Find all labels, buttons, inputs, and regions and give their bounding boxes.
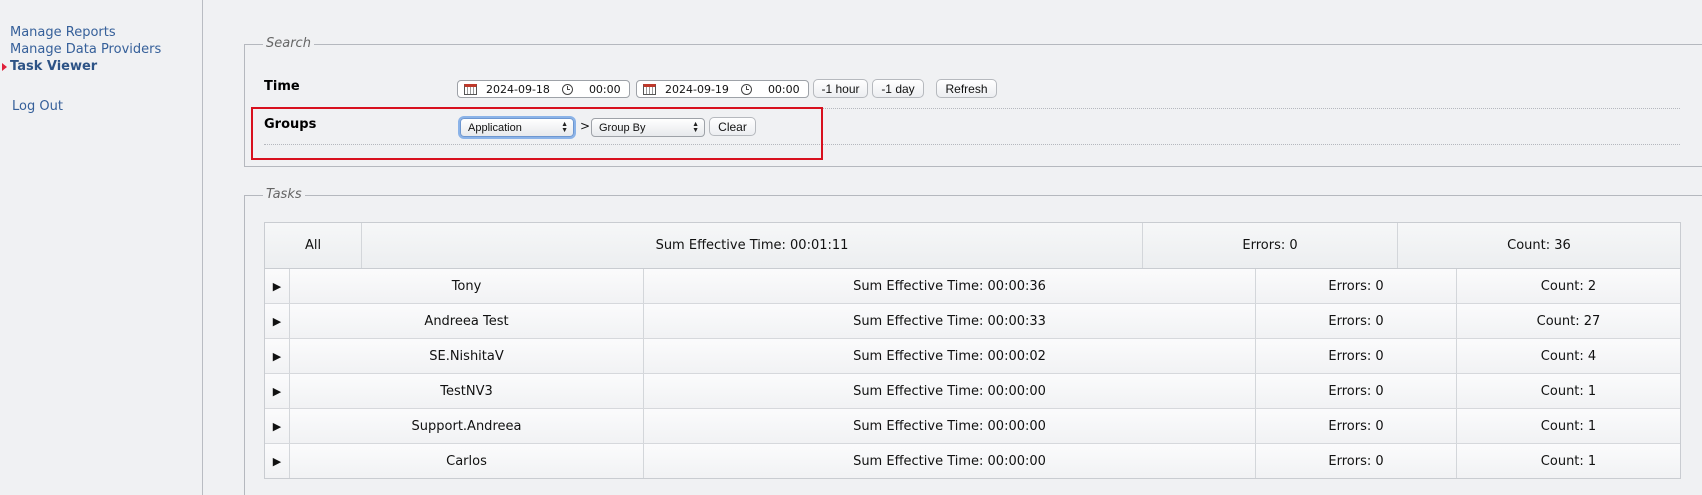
from-time-value: 00:00: [588, 82, 621, 96]
clock-icon[interactable]: [561, 83, 573, 95]
refresh-button[interactable]: Refresh: [936, 79, 997, 98]
summary-name: All: [265, 223, 362, 268]
table-row[interactable]: ▶ Andreea Test Sum Effective Time: 00:00…: [265, 304, 1680, 339]
summary-errors: Errors: 0: [1143, 223, 1398, 268]
row-count: Count: 1: [1540, 418, 1597, 434]
row-time: Sum Effective Time: 00:00:00: [644, 409, 1256, 443]
table-row[interactable]: ▶ Tony Sum Effective Time: 00:00:36 Erro…: [265, 269, 1680, 304]
minus-day-button[interactable]: -1 day: [872, 79, 924, 98]
summary-row[interactable]: All Sum Effective Time: 00:01:11 Errors:…: [265, 223, 1680, 269]
expand-arrow-icon[interactable]: ▶: [273, 385, 281, 398]
row-time: Sum Effective Time: 00:00:36: [644, 269, 1256, 303]
active-marker-icon: [2, 63, 7, 71]
row-count: Count: 1: [1540, 453, 1597, 469]
table-row[interactable]: ▶ Support.Andreea Sum Effective Time: 00…: [265, 409, 1680, 444]
time-label: Time: [264, 79, 300, 94]
search-legend: Search: [263, 36, 314, 51]
expand-arrow-icon[interactable]: ▶: [273, 315, 281, 328]
table-row[interactable]: ▶ TestNV3 Sum Effective Time: 00:00:00 E…: [265, 374, 1680, 409]
row-time: Sum Effective Time: 00:00:00: [644, 444, 1256, 478]
row-name: TestNV3: [290, 374, 644, 408]
table-row[interactable]: ▶ SE.NishitaV Sum Effective Time: 00:00:…: [265, 339, 1680, 374]
nav-log-out[interactable]: Log Out: [12, 99, 63, 114]
expand-arrow-icon[interactable]: ▶: [273, 280, 281, 293]
to-time-value: 00:00: [767, 82, 800, 96]
from-date-value: 2024-09-18: [486, 82, 550, 96]
row-errors: Errors: 0: [1256, 409, 1457, 443]
row-errors: Errors: 0: [1256, 444, 1457, 478]
row-name: SE.NishitaV: [290, 339, 644, 373]
sidebar: Manage Reports Manage Data Providers Tas…: [0, 0, 203, 495]
summary-count: Count: 36: [1507, 238, 1571, 253]
row-errors: Errors: 0: [1256, 304, 1457, 338]
expand-arrow-icon[interactable]: ▶: [273, 420, 281, 433]
expand-arrow-icon[interactable]: ▶: [273, 455, 281, 468]
minus-hour-button[interactable]: -1 hour: [813, 79, 868, 98]
row-time: Sum Effective Time: 00:00:02: [644, 339, 1256, 373]
row-name: Support.Andreea: [290, 409, 644, 443]
summary-time: Sum Effective Time: 00:01:11: [362, 223, 1143, 268]
row-errors: Errors: 0: [1256, 339, 1457, 373]
row-count: Count: 27: [1536, 313, 1601, 329]
calendar-icon[interactable]: [643, 83, 656, 95]
clock-icon[interactable]: [740, 83, 752, 95]
row-name: Tony: [290, 269, 644, 303]
from-datetime-field[interactable]: 2024-09-18 00:00: [457, 80, 630, 98]
row-name: Carlos: [290, 444, 644, 478]
tasks-table: All Sum Effective Time: 00:01:11 Errors:…: [264, 222, 1681, 479]
nav-manage-data-providers[interactable]: Manage Data Providers: [10, 42, 161, 57]
expand-arrow-icon[interactable]: ▶: [273, 350, 281, 363]
row-errors: Errors: 0: [1256, 374, 1457, 408]
row-count: Count: 1: [1540, 383, 1597, 399]
nav-manage-reports[interactable]: Manage Reports: [10, 25, 116, 40]
to-datetime-field[interactable]: 2024-09-19 00:00: [636, 80, 809, 98]
calendar-icon[interactable]: [464, 83, 477, 95]
row-count: Count: 2: [1540, 278, 1597, 294]
row-time: Sum Effective Time: 00:00:00: [644, 374, 1256, 408]
highlight-box: [251, 107, 823, 160]
row-errors: Errors: 0: [1256, 269, 1457, 303]
row-name: Andreea Test: [290, 304, 644, 338]
table-row[interactable]: ▶ Carlos Sum Effective Time: 00:00:00 Er…: [265, 444, 1680, 478]
to-date-value: 2024-09-19: [665, 82, 729, 96]
row-count: Count: 4: [1540, 348, 1597, 364]
nav-task-viewer[interactable]: Task Viewer: [10, 59, 97, 74]
row-time: Sum Effective Time: 00:00:33: [644, 304, 1256, 338]
tasks-legend: Tasks: [263, 187, 305, 202]
